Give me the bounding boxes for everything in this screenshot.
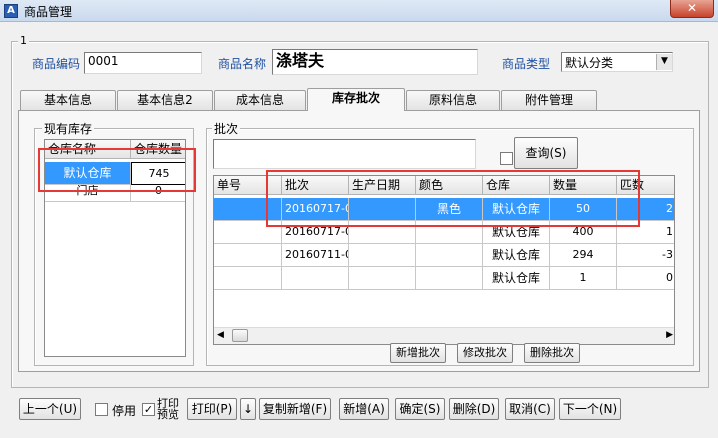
batch-row-3-color[interactable]: [416, 244, 483, 267]
batch-row-3-warehouse[interactable]: 默认仓库: [483, 244, 550, 267]
batch-row-3-piece-count[interactable]: -3: [617, 244, 674, 267]
disabled-label: 停用: [112, 404, 137, 418]
code-field[interactable]: 0001: [84, 52, 202, 74]
batch-legend: 批次: [212, 120, 241, 137]
batch-row-3-batch[interactable]: 20160711-00: [282, 244, 349, 267]
new-button[interactable]: 新增(A): [339, 398, 389, 420]
prev-button[interactable]: 上一个(U): [19, 398, 81, 420]
confirm-button[interactable]: 确定(S): [395, 398, 445, 420]
stock-legend: 现有库存: [42, 120, 95, 137]
batch-row-4-quantity[interactable]: 1: [550, 267, 617, 290]
batch-search-input[interactable]: [213, 139, 476, 169]
print-button[interactable]: 打印(P): [187, 398, 237, 420]
stock-highlight-box: [38, 148, 196, 192]
type-label: 商品类型: [502, 57, 551, 71]
name-field[interactable]: 涤塔夫: [272, 49, 478, 75]
cancel-button[interactable]: 取消(C): [505, 398, 555, 420]
batch-row-4-piece-count[interactable]: 0: [617, 267, 674, 290]
tab-cost-info[interactable]: 成本信息: [214, 90, 306, 110]
print-preview-label: 打印预览: [157, 397, 179, 421]
batch-row-4-order-no[interactable]: [214, 267, 282, 290]
delete-batch-button[interactable]: 删除批次: [524, 343, 580, 363]
batch-horizontal-scrollbar[interactable]: ◀ ▶: [214, 327, 674, 344]
scrollbar-thumb[interactable]: [232, 329, 248, 342]
tab-material-info[interactable]: 原料信息: [406, 90, 500, 110]
batch-row-4-color[interactable]: [416, 267, 483, 290]
type-select-value: 默认分类: [565, 56, 614, 70]
app-icon: A: [4, 4, 18, 18]
delete-button[interactable]: 删除(D): [449, 398, 499, 420]
tab-basic-info[interactable]: 基本信息: [20, 90, 116, 110]
close-button[interactable]: ✕: [670, 0, 714, 18]
tab-attachment-manage[interactable]: 附件管理: [501, 90, 597, 110]
edit-batch-button[interactable]: 修改批次: [457, 343, 513, 363]
batch-row-4-batch[interactable]: [282, 267, 349, 290]
window-title: 商品管理: [24, 5, 73, 19]
batch-row-3-order-no[interactable]: [214, 244, 282, 267]
add-batch-button[interactable]: 新增批次: [390, 343, 446, 363]
close-icon: ✕: [686, 1, 698, 15]
batch-row-3-production-date[interactable]: [349, 244, 416, 267]
code-label: 商品编码: [32, 57, 81, 71]
tab-stock-batch[interactable]: 库存批次: [307, 88, 405, 111]
print-preview-checkbox[interactable]: ✓: [142, 403, 155, 416]
type-select[interactable]: 默认分类 ▼: [561, 52, 673, 72]
chevron-right-icon[interactable]: ▶: [666, 330, 673, 340]
batch-row-3-quantity[interactable]: 294: [550, 244, 617, 267]
title-bar: [0, 0, 718, 22]
batch-highlight-box: [266, 170, 640, 227]
batch-row-4-production-date[interactable]: [349, 267, 416, 290]
print-dropdown-button[interactable]: ↓: [240, 398, 256, 420]
group-label: 1: [18, 34, 29, 47]
chevron-down-icon[interactable]: ▼: [656, 54, 672, 70]
disabled-checkbox[interactable]: [95, 403, 108, 416]
tab-basic-info-2[interactable]: 基本信息2: [117, 90, 213, 110]
batch-checkbox[interactable]: [500, 152, 513, 165]
batch-row-4-warehouse[interactable]: 默认仓库: [483, 267, 550, 290]
next-button[interactable]: 下一个(N): [559, 398, 621, 420]
copy-new-button[interactable]: 复制新增(F): [259, 398, 331, 420]
query-button[interactable]: 查询(S): [514, 137, 578, 169]
name-label: 商品名称: [218, 57, 267, 71]
chevron-left-icon[interactable]: ◀: [217, 330, 224, 340]
